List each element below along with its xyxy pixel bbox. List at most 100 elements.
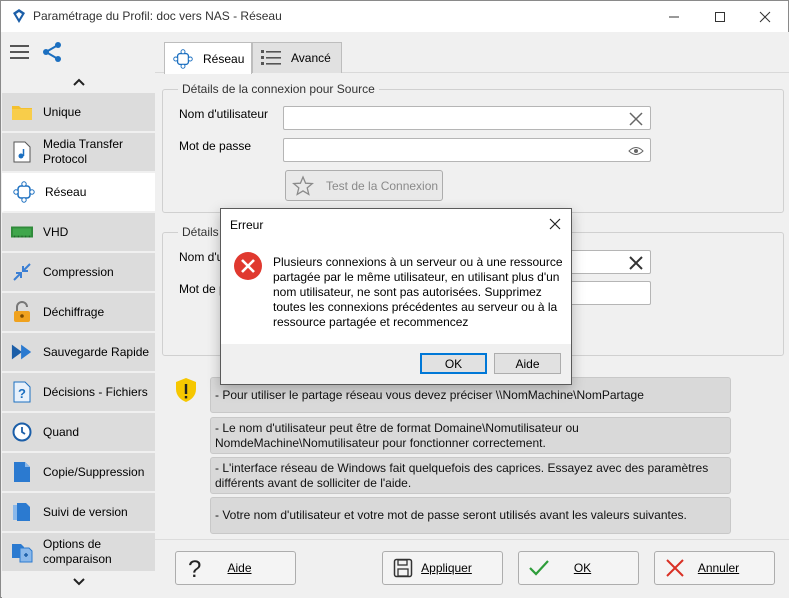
sidebar-item-unique[interactable]: Unique bbox=[2, 93, 155, 132]
apply-button[interactable]: Appliquer bbox=[382, 551, 503, 585]
password-input[interactable] bbox=[283, 138, 651, 162]
question-file-icon: ? bbox=[11, 381, 33, 403]
eye-icon[interactable] bbox=[627, 142, 645, 160]
sidebar-item-media-transfer-protocol[interactable]: Media Transfer Protocol bbox=[2, 133, 155, 172]
versions-icon bbox=[11, 501, 33, 523]
tab-strip: Réseau Avancé bbox=[155, 32, 789, 74]
media-file-icon bbox=[11, 141, 33, 163]
window-title: Paramétrage du Profil: doc vers NAS - Ré… bbox=[33, 9, 282, 23]
sidebar: Unique Media Transfer Protocol Réseau VH… bbox=[2, 32, 155, 598]
chevron-up-icon bbox=[72, 78, 85, 86]
vhd-icon bbox=[11, 221, 33, 243]
minimize-button[interactable] bbox=[651, 1, 697, 32]
fast-forward-icon bbox=[11, 341, 33, 363]
file-icon bbox=[11, 461, 33, 483]
sidebar-item-copie-suppression[interactable]: Copie/Suppression bbox=[2, 453, 155, 492]
close-icon bbox=[549, 218, 561, 230]
dialog-footer: OK Aide bbox=[221, 344, 571, 384]
folder-icon bbox=[11, 101, 33, 123]
network-icon bbox=[13, 181, 35, 203]
hamburger-menu-icon[interactable] bbox=[10, 43, 30, 61]
test-connection-label: Test de la Connexion bbox=[326, 178, 439, 193]
apply-button-label: Appliquer bbox=[421, 561, 472, 575]
star-icon bbox=[292, 174, 314, 196]
help-button-label: Aide bbox=[227, 561, 252, 575]
shield-warning-icon bbox=[176, 378, 196, 402]
dialog-title: Erreur bbox=[230, 218, 264, 232]
username-input[interactable] bbox=[283, 106, 651, 130]
minimize-icon bbox=[669, 16, 679, 17]
group-legend: Détails bbox=[178, 225, 223, 239]
dialog-ok-button[interactable]: OK bbox=[420, 353, 487, 374]
dest-username-label: Nom d'u bbox=[179, 250, 224, 264]
maximize-button[interactable] bbox=[697, 1, 743, 32]
title-bar: Paramétrage du Profil: doc vers NAS - Ré… bbox=[1, 1, 788, 32]
sidebar-item-label: Décisions - Fichiers bbox=[43, 384, 148, 399]
tab-avance[interactable]: Avancé bbox=[252, 42, 342, 73]
network-icon bbox=[173, 48, 193, 69]
sidebar-toolbar bbox=[2, 32, 155, 72]
sidebar-item-label: Options de comparaison bbox=[43, 537, 112, 566]
tip-text: - Votre nom d'utilisateur et votre mot d… bbox=[215, 508, 687, 522]
chevron-down-icon bbox=[72, 578, 85, 586]
cancel-button-label: Annuler bbox=[697, 561, 740, 575]
tip-text: - Le nom d'utilisateur peut être de form… bbox=[215, 420, 579, 450]
tab-label: Avancé bbox=[291, 51, 331, 65]
close-window-button[interactable] bbox=[742, 1, 788, 32]
sidebar-scroll-down-button[interactable] bbox=[2, 573, 155, 591]
sidebar-item-vhd[interactable]: VHD bbox=[2, 213, 155, 252]
ok-button[interactable]: OK bbox=[518, 551, 639, 585]
tip-item: - Le nom d'utilisateur peut être de form… bbox=[210, 417, 731, 454]
sidebar-item-label: Unique bbox=[43, 104, 82, 119]
sidebar-item-label: Sauvegarde Rapide bbox=[43, 344, 150, 359]
clock-icon bbox=[11, 421, 33, 443]
dest-password-label: Mot de p bbox=[179, 282, 226, 296]
compress-icon bbox=[11, 261, 33, 283]
sidebar-item-label: Quand bbox=[43, 424, 80, 439]
app-logo-icon bbox=[13, 9, 25, 23]
dialog-help-button[interactable]: Aide bbox=[494, 353, 561, 374]
sidebar-item-label: Déchiffrage bbox=[43, 304, 105, 319]
sidebar-item-label: Copie/Suppression bbox=[43, 464, 145, 479]
checkmark-icon bbox=[527, 556, 551, 580]
dialog-close-button[interactable] bbox=[545, 214, 565, 234]
tab-reseau[interactable]: Réseau bbox=[164, 42, 252, 74]
password-label: Mot de passe bbox=[179, 139, 252, 153]
error-icon bbox=[234, 252, 262, 280]
sidebar-item-reseau[interactable]: Réseau bbox=[2, 173, 155, 212]
clear-icon[interactable] bbox=[627, 110, 645, 128]
sidebar-item-sauvegarde-rapide[interactable]: Sauvegarde Rapide bbox=[2, 333, 155, 372]
close-icon bbox=[759, 11, 771, 22]
share-icon[interactable] bbox=[41, 41, 63, 63]
tip-item: - Votre nom d'utilisateur et votre mot d… bbox=[210, 497, 731, 534]
sidebar-item-options-de-comparaison[interactable]: Options de comparaison bbox=[2, 533, 155, 572]
svg-text:?: ? bbox=[188, 556, 201, 580]
application-window: Paramétrage du Profil: doc vers NAS - Ré… bbox=[0, 0, 789, 598]
cancel-button[interactable]: Annuler bbox=[654, 551, 775, 585]
bottom-button-bar: ? Aide Appliquer OK Annuler bbox=[155, 539, 789, 598]
sidebar-item-suivi-de-version[interactable]: Suivi de version bbox=[2, 493, 155, 532]
group-legend: Détails de la connexion pour Source bbox=[178, 82, 379, 96]
tip-text: - L'interface réseau de Windows fait que… bbox=[215, 460, 709, 490]
sidebar-item-dechiffrage[interactable]: Déchiffrage bbox=[2, 293, 155, 332]
dialog-message: Plusieurs connexions à un serveur ou à u… bbox=[273, 255, 563, 329]
ok-button-label: OK bbox=[573, 561, 592, 575]
sidebar-item-compression[interactable]: Compression bbox=[2, 253, 155, 292]
sidebar-item-label: Media Transfer Protocol bbox=[43, 137, 124, 166]
help-button[interactable]: ? Aide bbox=[175, 551, 296, 585]
sidebar-scroll-up-button[interactable] bbox=[2, 73, 155, 91]
maximize-icon bbox=[715, 11, 725, 22]
clear-icon[interactable] bbox=[627, 254, 645, 272]
username-label: Nom d'utilisateur bbox=[179, 107, 268, 121]
tab-label: Réseau bbox=[203, 51, 245, 66]
sidebar-item-label: Compression bbox=[43, 264, 114, 279]
svg-text:?: ? bbox=[18, 386, 26, 401]
sidebar-item-decisions-fichiers[interactable]: ? Décisions - Fichiers bbox=[2, 373, 155, 412]
test-connection-button[interactable]: Test de la Connexion bbox=[285, 170, 443, 201]
sidebar-item-label: Réseau bbox=[45, 184, 87, 199]
source-connection-group: Détails de la connexion pour Source Nom … bbox=[162, 82, 784, 213]
error-dialog: Erreur Plusieurs connexions à un serveur… bbox=[220, 208, 572, 385]
sidebar-item-quand[interactable]: Quand bbox=[2, 413, 155, 452]
tip-text: - Pour utiliser le partage réseau vous d… bbox=[215, 387, 644, 402]
sidebar-item-label: VHD bbox=[43, 224, 69, 239]
